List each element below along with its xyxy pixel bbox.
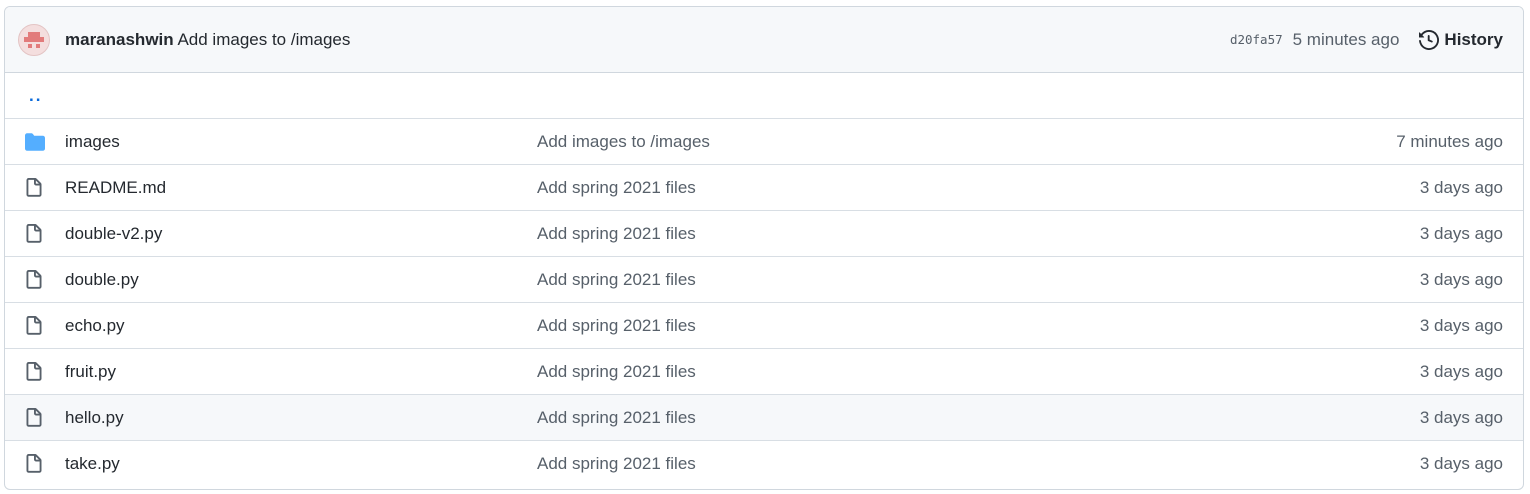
commit-time: 5 minutes ago [1292, 29, 1400, 49]
file-commit-message-link[interactable]: Add spring 2021 files [537, 454, 1303, 474]
file-name-link[interactable]: double.py [65, 270, 537, 290]
file-name-link[interactable]: echo.py [65, 316, 537, 336]
file-commit-age: 7 minutes ago [1396, 131, 1503, 151]
latest-commit-bar: maranashwin Add images to /images d20fa5… [5, 7, 1523, 73]
file-commit-age: 3 days ago [1419, 269, 1503, 289]
file-row[interactable]: hello.py Add spring 2021 files 3 days ago [5, 395, 1523, 441]
history-button[interactable]: History [1419, 30, 1503, 50]
file-commit-message-link[interactable]: Add spring 2021 files [537, 270, 1303, 290]
file-name-link[interactable]: images [65, 132, 537, 152]
file-commit-message-link[interactable]: Add spring 2021 files [537, 408, 1303, 428]
file-icon [5, 407, 65, 428]
file-commit-age: 3 days ago [1419, 223, 1503, 243]
file-name-link[interactable]: take.py [65, 454, 537, 474]
commit-sha[interactable]: d20fa57 [1230, 32, 1283, 47]
file-icon [5, 315, 65, 336]
parent-directory-row[interactable]: .. [5, 73, 1523, 119]
file-row[interactable]: echo.py Add spring 2021 files 3 days ago [5, 303, 1523, 349]
file-icon [5, 361, 65, 382]
file-name-link[interactable]: double-v2.py [65, 224, 537, 244]
file-commit-message-link[interactable]: Add spring 2021 files [537, 224, 1303, 244]
commit-summary: maranashwin Add images to /images [65, 30, 350, 50]
file-icon [5, 223, 65, 244]
file-commit-age: 3 days ago [1419, 177, 1503, 197]
file-commit-message-link[interactable]: Add images to /images [537, 132, 1303, 152]
file-browser: maranashwin Add images to /images d20fa5… [4, 6, 1524, 490]
commit-author[interactable]: maranashwin [65, 30, 174, 49]
file-row[interactable]: take.py Add spring 2021 files 3 days ago [5, 441, 1523, 487]
file-row[interactable]: fruit.py Add spring 2021 files 3 days ago [5, 349, 1523, 395]
file-icon [5, 454, 65, 474]
file-icon [5, 269, 65, 290]
history-icon [1419, 29, 1440, 50]
file-name-link[interactable]: hello.py [65, 408, 537, 428]
file-row[interactable]: README.md Add spring 2021 files 3 days ago [5, 165, 1523, 211]
file-name-link[interactable]: fruit.py [65, 362, 537, 382]
file-commit-age: 3 days ago [1419, 454, 1503, 473]
file-icon [5, 177, 65, 198]
file-row[interactable]: images Add images to /images 7 minutes ago [5, 119, 1523, 165]
file-commit-message-link[interactable]: Add spring 2021 files [537, 362, 1303, 382]
file-name-link[interactable]: README.md [65, 178, 537, 198]
file-commit-message-link[interactable]: Add spring 2021 files [537, 178, 1303, 198]
commit-message[interactable]: Add images to /images [177, 30, 350, 49]
avatar-identicon [24, 31, 44, 48]
file-row[interactable]: double.py Add spring 2021 files 3 days ago [5, 257, 1523, 303]
file-row[interactable]: double-v2.py Add spring 2021 files 3 days … [5, 211, 1523, 257]
file-commit-message-link[interactable]: Add spring 2021 files [537, 316, 1303, 336]
file-commit-age: 3 days ago [1419, 361, 1503, 381]
avatar[interactable] [18, 23, 50, 56]
file-commit-age: 3 days ago [1419, 315, 1503, 335]
parent-directory-link[interactable]: .. [5, 86, 42, 106]
file-commit-age: 3 days ago [1419, 407, 1503, 427]
file-list: images Add images to /images 7 minutes ago… [5, 119, 1523, 487]
folder-icon [5, 132, 65, 152]
history-label: History [1444, 29, 1503, 49]
